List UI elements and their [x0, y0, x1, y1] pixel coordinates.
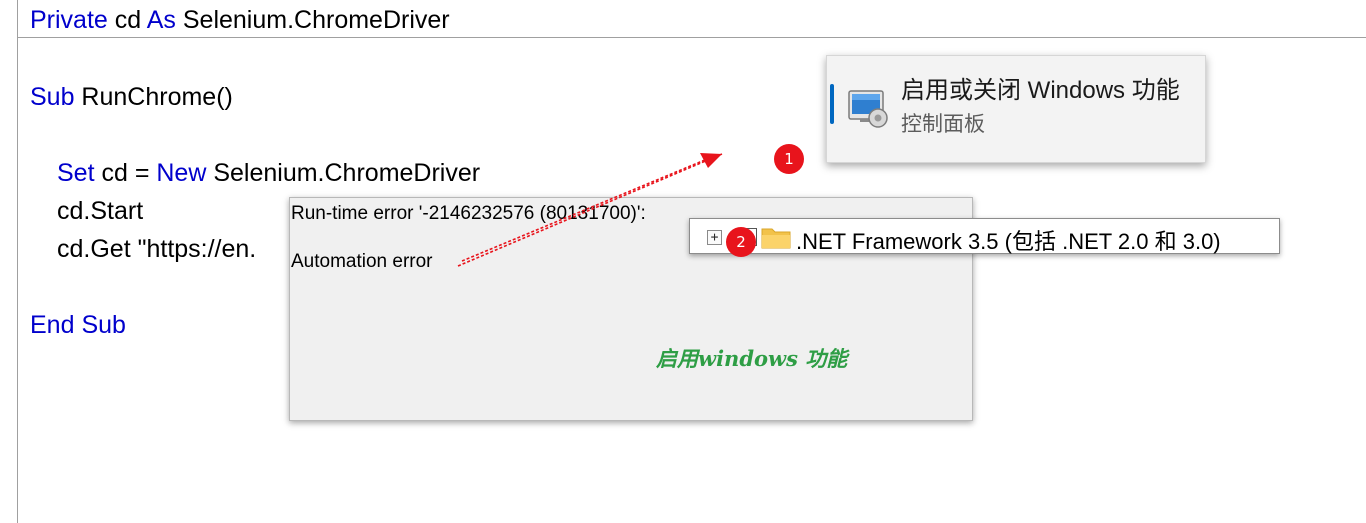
code-line-set[interactable]: Set cd = New Selenium.ChromeDriver	[57, 158, 480, 188]
editor-gutter	[0, 0, 18, 523]
keyword: Sub	[81, 311, 126, 339]
windows-features-search-result[interactable]: 启用或关闭 Windows 功能 控制面板	[826, 55, 1206, 163]
feature-label: .NET Framework 3.5 (包括 .NET 2.0 和 3.0)	[796, 229, 1221, 254]
result-title: 启用或关闭 Windows 功能	[901, 77, 1180, 104]
step-badge-2: 2	[726, 227, 756, 257]
keyword: As	[146, 6, 176, 34]
error-detail: Automation error	[291, 251, 433, 272]
keyword: Private	[30, 6, 108, 34]
code-text: cd =	[94, 159, 157, 187]
keyword: End	[30, 311, 75, 339]
keyword: New	[156, 159, 207, 187]
code-line-declaration[interactable]: Private cd As Selenium.ChromeDriver	[30, 5, 450, 35]
code-text: Selenium.ChromeDriver	[206, 159, 481, 187]
result-subtitle: 控制面板	[901, 113, 985, 136]
control-panel-icon	[848, 90, 888, 128]
selection-accent	[830, 84, 834, 124]
error-message: Run-time error '-2146232576 (80131700)':	[291, 203, 646, 224]
keyword: Sub	[30, 83, 75, 111]
code-text: cd	[107, 6, 147, 34]
code-line-sub[interactable]: Sub RunChrome()	[30, 82, 233, 112]
net-framework-feature-item[interactable]: + .NET Framework 3.5 (包括 .NET 2.0 和 3.0)	[689, 218, 1280, 254]
folder-icon	[761, 228, 791, 249]
expand-toggle[interactable]: +	[707, 230, 722, 245]
annotation-note: 启用windows 功能	[656, 346, 848, 371]
code-line-get[interactable]: cd.Get "https://en.	[57, 234, 256, 264]
code-line-start[interactable]: cd.Start	[57, 196, 143, 226]
code-text: Selenium.ChromeDriver	[175, 6, 450, 34]
code-text: RunChrome()	[74, 83, 233, 111]
step-badge-1: 1	[774, 144, 804, 174]
code-line-end-sub[interactable]: End Sub	[30, 310, 126, 340]
keyword: Set	[57, 159, 95, 187]
